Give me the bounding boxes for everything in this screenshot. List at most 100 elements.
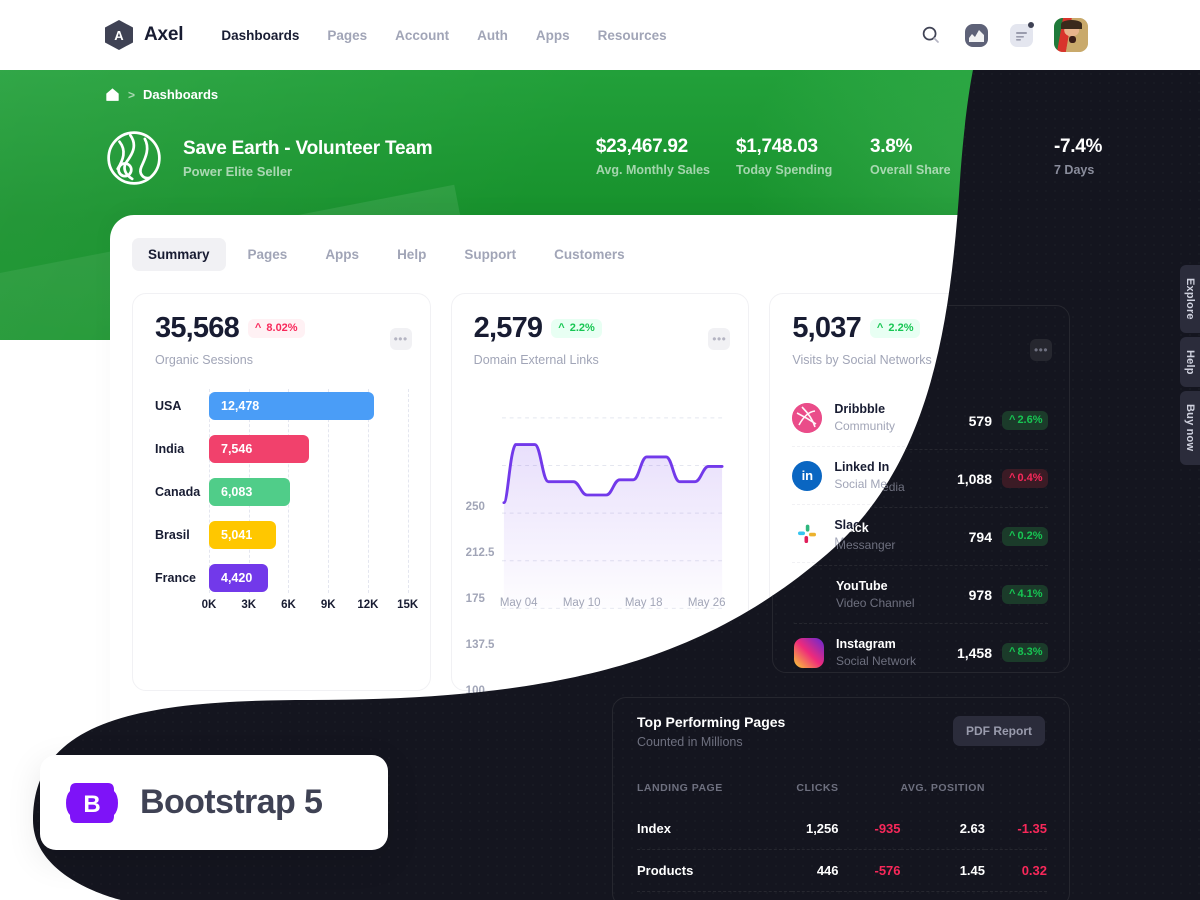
cell-position-delta: -1.35 [1017,828,1047,843]
kpi-line: 2,579 ^ 2.2% [474,314,727,343]
card-header: 2,579 ^ 2.2% Domain External Links [452,294,749,367]
avatar[interactable] [1054,18,1088,52]
bar-row: Canada 6,083 [155,475,408,509]
social-name: Slack [834,518,868,532]
tab-help[interactable]: Help [381,238,442,271]
card-menu-button[interactable]: ••• [708,328,731,350]
th-conversion-rate: CONVERSION RATE [398,789,507,801]
social-delta-badge: ^ 8.3% [999,640,1046,659]
bar-label: Canada [155,485,201,499]
hero-stat-value: 3.8% [870,136,913,157]
instagram-icon [792,634,823,665]
home-icon[interactable] [105,87,120,102]
avatar-mouth [1068,35,1076,44]
table-row[interactable]: Products 446 -576 1.45 0.32 [631,856,1047,899]
th-conversion-delta [507,789,569,815]
pdf-report-button[interactable]: PDF Report [477,738,569,768]
bar-label: France [155,571,196,585]
y-tick: 175 [465,593,485,605]
nav-item-pages[interactable]: Pages [327,28,367,43]
kpi-delta-badge: ^ 2.2% [869,319,921,338]
x-tick: 0K [201,599,217,611]
breadcrumb-current[interactable]: Dashboards [143,87,218,102]
x-tick: May 26 [687,597,726,609]
hero-stat-today-spending: $1,748.03 Today Spending [736,136,844,177]
table-row[interactable]: -576 12.45% -57.02% [153,856,569,899]
nav-item-resources[interactable]: Resources [598,28,667,43]
card-menu-button[interactable]: ••• [1027,328,1050,350]
hero-stat-avg-monthly-sales: $23,467.92 Avg. Monthly Sales [596,136,710,177]
nav-item-apps[interactable]: Apps [536,28,570,43]
cell-position: 1.45 [900,856,985,899]
side-tab-help[interactable]: Help [1180,336,1200,388]
brand-logo[interactable]: A Axel [105,20,184,50]
social-desc: Social Network [834,651,915,665]
notifications-icon[interactable] [1009,22,1034,47]
breadcrumb: > Dashboards [105,87,218,102]
social-delta-badge: ^ 0.2% [999,524,1046,543]
brand-mark-icon: A [105,20,133,50]
tab-pages[interactable]: Pages [232,238,304,271]
x-tick: 12K [357,599,379,611]
line-chart-svg [501,417,724,609]
bar: 4,420 [209,564,268,592]
nav-item-auth[interactable]: Auth [477,28,508,43]
kpi-value: 2,579 [473,312,543,344]
kpi-delta-badge: ^ 2.2% [551,319,602,338]
social-value: 1,088 [953,467,990,484]
social-name: Dribbble [834,402,886,416]
cell-position: 2.63 [959,828,985,843]
y-tick: 212.5 [465,547,495,559]
card-header: 35,568 ^ 8.02% Organic Sessions [133,294,430,367]
cell-sessions [239,856,337,899]
hero-stat-label: 7 Days [1004,163,1045,177]
cell-rate-delta: -9.35% [527,828,569,843]
side-tab-explore[interactable]: Explore [1180,265,1200,333]
cell-page: Index [631,828,665,843]
activity-icon[interactable] [964,23,988,47]
nav-item-account[interactable]: Account [395,28,449,43]
list-item[interactable]: Slack Messanger 794 ^0.2% [792,505,1046,563]
header-actions [919,0,1200,70]
y-tick: 137.5 [465,639,495,651]
side-tab-buy-now[interactable]: Buy now [1180,391,1200,465]
list-item[interactable]: Instagram Social Network 1,458 ^ 8.3% [792,621,1046,678]
team-header: Save Earth - Volunteer Team Power Elite … [105,129,433,187]
slack-icon [792,519,822,549]
tab-support[interactable]: Support [448,238,532,271]
side-tabs: Explore Help Buy now [1180,265,1200,465]
table-header-row: LANDING PAGE CLICKS AVG. POSITION [631,789,1047,815]
social-desc: Community [834,419,896,433]
list-item[interactable]: YouTube Video Channel 978 ^ 4.1% [792,563,1046,621]
bootstrap-badge[interactable]: B Bootstrap 5 [40,755,388,850]
social-name: YouTube [834,576,886,590]
bootstrap-badge-text: Bootstrap 5 [140,783,323,821]
bar-label: USA [155,399,182,413]
pdf-report-button[interactable]: PDF Report [955,738,1047,768]
kpi-value: 35,568 [155,312,240,344]
th-avg-position: AVG. POSITION [900,789,985,801]
x-tick: May 18 [624,597,663,609]
kpi-value: 5,037 [792,312,861,344]
nav-item-dashboards[interactable]: Dashboards [221,28,299,43]
tab-apps[interactable]: Apps [309,238,375,271]
table-row[interactable]: Index 1,256 -935 2.63 -1.35 [631,815,1047,857]
tab-summary[interactable]: Summary [132,238,226,271]
social-desc: Messanger [834,535,894,549]
list-item[interactable]: in Linked In Social Media 1,088 ^0.4% [792,447,1046,505]
kpi-delta-badge: ^ 8.02% [247,319,305,338]
team-subtitle: Power Elite Seller [183,163,293,179]
app-root: A Axel Dashboards Pages Account Auth App… [0,0,1200,900]
content-tabs: Summary Pages Apps Help Support Customer… [110,215,1090,271]
hero-stats: $23,467.92 Avg. Monthly Sales $1,748.03 … [596,136,1200,177]
list-item[interactable]: Dribbble Community 579 ^2.6% [792,389,1046,447]
cell-clicks-delta: -576 [838,856,901,899]
bar: 6,083 [209,478,290,506]
x-tick: May 04 [499,597,538,609]
cell-rate-delta: -57.02% [507,856,569,899]
search-icon[interactable] [919,23,943,47]
tab-customers[interactable]: Customers [538,238,641,271]
x-tick: 9K [320,599,336,611]
social-value: 1,458 [953,641,990,658]
card-menu-button[interactable]: ••• [389,328,412,350]
